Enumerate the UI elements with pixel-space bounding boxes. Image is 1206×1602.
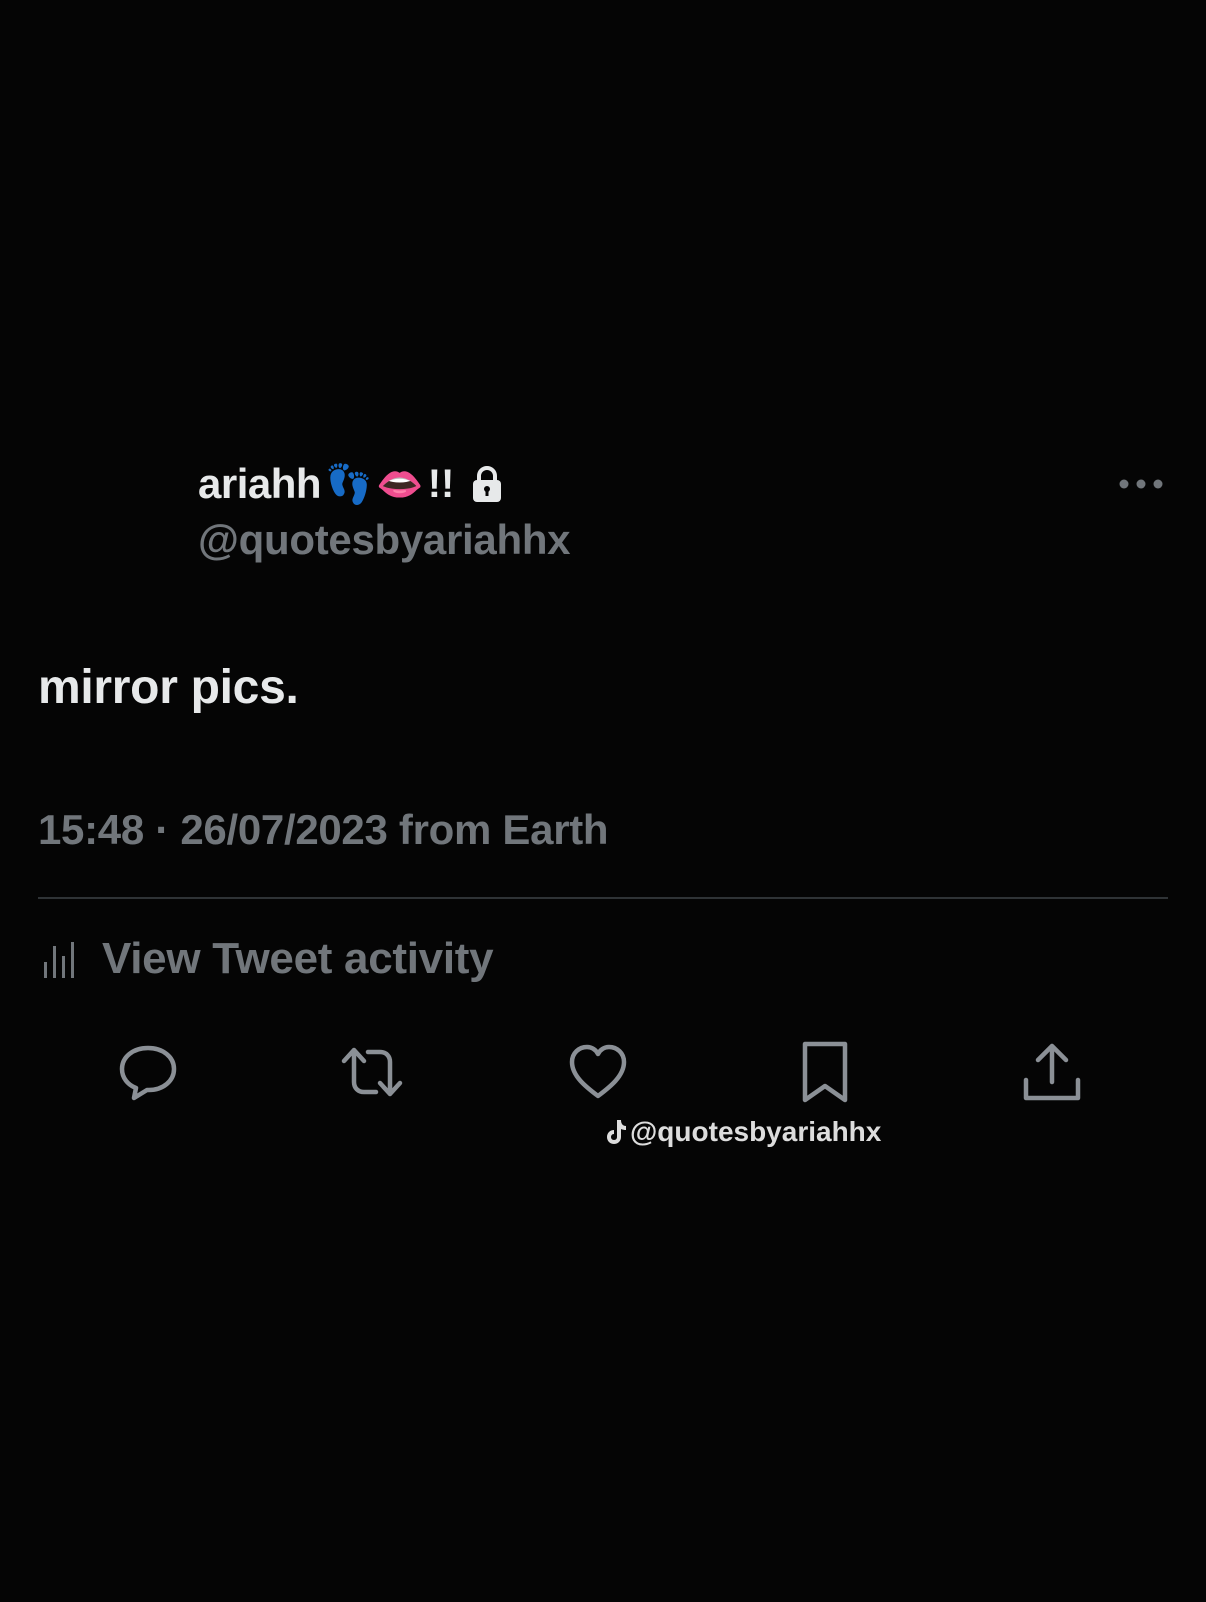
- share-button[interactable]: [1020, 1040, 1084, 1104]
- tweet-action-bar: [0, 1040, 1206, 1104]
- author-handle[interactable]: @quotesbyariahhx: [198, 516, 571, 564]
- tiktok-watermark: @quotesbyariahhx: [604, 1116, 881, 1148]
- reply-icon: [119, 1045, 177, 1101]
- divider: [38, 897, 1168, 899]
- display-name: ariahh: [198, 460, 322, 507]
- retweet-icon: [341, 1047, 403, 1097]
- tweet-author: ariahh 👣 👄 !! @quotesbyariahhx: [198, 456, 571, 564]
- display-name-row[interactable]: ariahh 👣 👄 !!: [198, 456, 570, 512]
- tiktok-icon: [607, 1120, 626, 1144]
- exclamation-marks: !!: [427, 461, 455, 506]
- lock-icon: [473, 466, 502, 502]
- share-icon: [1023, 1043, 1081, 1101]
- more-dots-icon[interactable]: [1118, 470, 1164, 498]
- tweet-timestamp[interactable]: 15:48 · 26/07/2023 from Earth: [38, 806, 609, 854]
- footprints-emoji: 👣: [325, 462, 373, 506]
- like-icon: [569, 1044, 627, 1099]
- lips-emoji: 👄: [376, 462, 424, 506]
- tweet-card: ariahh 👣 👄 !! @quotesbyariahhx mirror pi…: [0, 0, 1206, 1602]
- reply-button[interactable]: [116, 1040, 180, 1104]
- bar-chart-icon: [44, 942, 74, 978]
- view-tweet-activity-label: View Tweet activity: [102, 934, 494, 983]
- watermark-handle: @quotesbyariahhx: [630, 1116, 882, 1147]
- tweet-text: mirror pics.: [38, 661, 299, 714]
- retweet-button[interactable]: [340, 1040, 404, 1104]
- bookmark-button[interactable]: [793, 1040, 857, 1104]
- like-button[interactable]: [566, 1040, 630, 1104]
- bookmark-icon: [802, 1041, 848, 1103]
- view-tweet-activity-link[interactable]: View Tweet activity: [42, 934, 494, 984]
